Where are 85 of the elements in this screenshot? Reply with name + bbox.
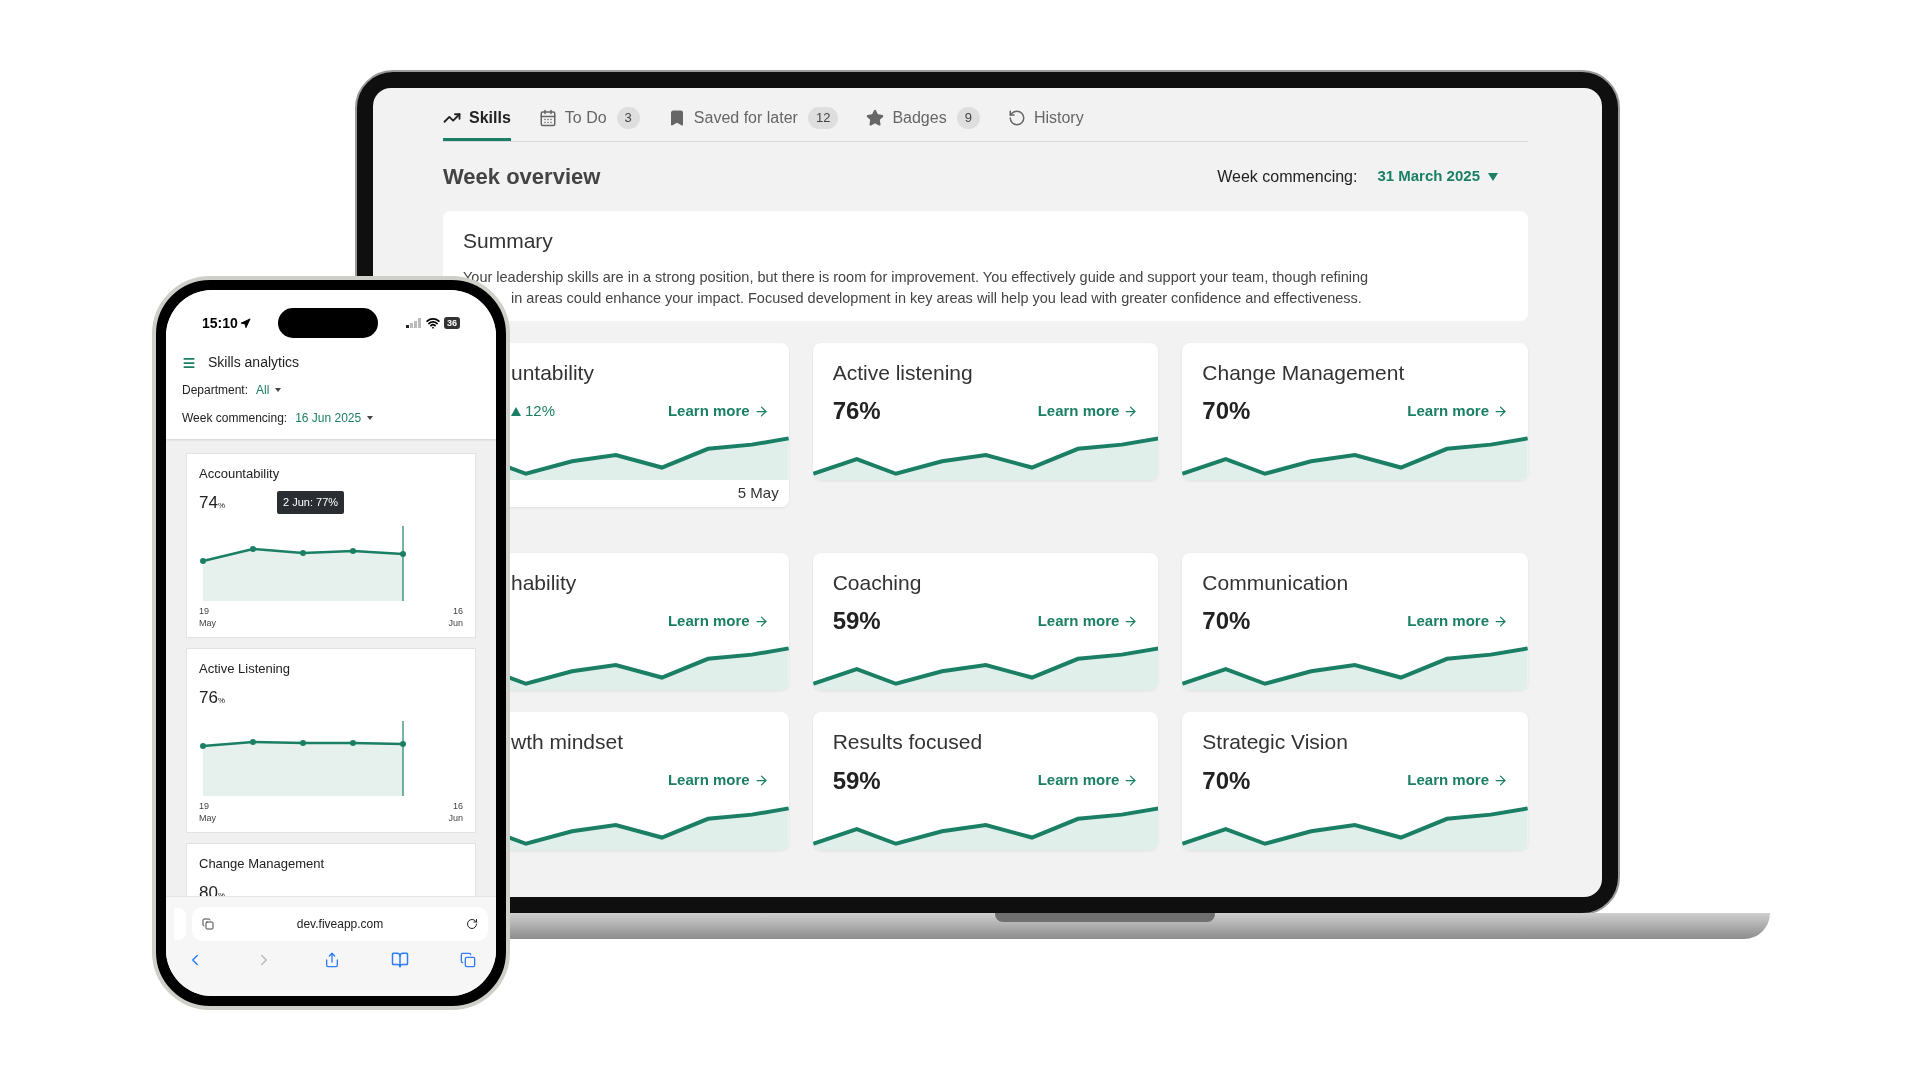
- url-text: dev.fiveapp.com: [296, 916, 384, 933]
- week-label: Week commencing:: [1217, 166, 1358, 187]
- filter-label: Week commencing:: [182, 410, 288, 427]
- filter-label: Department:: [182, 382, 249, 399]
- battery-level: 36: [443, 317, 460, 329]
- learn-more-link[interactable]: Learn more: [667, 609, 769, 633]
- learn-more-link[interactable]: Learn more: [1407, 609, 1508, 633]
- skill-title: Active Listening: [199, 660, 292, 678]
- app-title: Skills analytics: [208, 353, 300, 372]
- page-title: Week overview: [443, 163, 601, 191]
- week-dropdown[interactable]: 16 Jun 2025: [295, 409, 374, 427]
- skill-score: 76%: [199, 686, 226, 709]
- axis-label: Jun: [448, 812, 463, 824]
- arrow-right-icon: [753, 403, 769, 419]
- arrow-right-icon: [753, 613, 769, 629]
- arrow-right-icon: [1493, 613, 1508, 629]
- skill-title: Results focused: [832, 729, 984, 755]
- address-bar[interactable]: dev.fiveapp.com: [192, 907, 488, 941]
- axis-label: 16: [453, 605, 463, 617]
- skill-title: Active listening: [832, 359, 974, 386]
- tabs-icon[interactable]: [460, 952, 476, 968]
- learn-more-link[interactable]: Learn more: [1037, 769, 1139, 792]
- learn-more-link[interactable]: Learn more: [1407, 399, 1508, 423]
- learn-more-link[interactable]: Learn more: [1037, 609, 1139, 633]
- skill-score: 76%: [832, 396, 881, 426]
- skill-score: 70%: [1202, 606, 1251, 636]
- skill-title: Communication: [1202, 569, 1350, 596]
- department-dropdown[interactable]: All: [256, 381, 282, 399]
- change-value: 12%: [511, 399, 556, 423]
- share-icon[interactable]: [324, 952, 340, 968]
- location-icon: [239, 317, 251, 329]
- skill-title: untability: [511, 359, 595, 386]
- count-badge: 3: [616, 107, 640, 129]
- arrow-right-icon: [1123, 403, 1139, 419]
- learn-more-link[interactable]: Learn more: [667, 769, 769, 792]
- caret-icon: [1488, 172, 1498, 181]
- skill-title: Accountability: [199, 465, 281, 483]
- skill-title: Strategic Vision: [1202, 729, 1349, 755]
- date-label: 5 May: [737, 483, 779, 503]
- summary-text: in areas could enhance your impact. Focused development in key areas will help you lead with greater confidence and effectiveness.: [510, 288, 1363, 308]
- axis-label: 16: [453, 800, 463, 812]
- arrow-right-icon: [1123, 613, 1139, 629]
- status-time: 15:10: [202, 313, 238, 333]
- summary-title: Summary: [463, 228, 554, 254]
- axis-label: 19: [199, 605, 209, 617]
- history-icon: [1007, 109, 1026, 127]
- menu-icon[interactable]: [182, 355, 196, 370]
- calendar-icon: [538, 109, 557, 127]
- axis-label: May: [199, 812, 216, 824]
- count-badge: 9: [956, 107, 980, 129]
- skill-score: 59%: [832, 606, 881, 636]
- skill-score: 70%: [1202, 396, 1251, 426]
- skill-title: Change Management: [1202, 359, 1406, 386]
- wifi-icon: [425, 316, 440, 330]
- tab[interactable]: Skills: [443, 100, 511, 141]
- learn-more-link[interactable]: Learn more: [667, 399, 769, 423]
- skill-title: hability: [511, 569, 578, 596]
- arrow-right-icon: [1123, 773, 1139, 788]
- star-icon: [866, 109, 885, 127]
- signal-icon: [405, 318, 422, 328]
- axis-label: 19: [199, 800, 209, 812]
- tab[interactable]: History: [1007, 100, 1084, 141]
- skill-title: wth mindset: [511, 729, 625, 755]
- skill-score: 59%: [832, 765, 881, 796]
- up-triangle-icon: [511, 406, 521, 416]
- skill-title: Change Management: [199, 855, 326, 873]
- axis-label: Jun: [448, 617, 463, 629]
- skill-title: Coaching: [832, 569, 923, 596]
- tab[interactable]: Saved for later 12: [667, 100, 839, 141]
- skill-score: 70%: [1202, 765, 1251, 796]
- learn-more-link[interactable]: Learn more: [1407, 769, 1508, 792]
- reload-icon[interactable]: [466, 918, 478, 930]
- week-dropdown[interactable]: 31 March 2025: [1377, 165, 1498, 188]
- tab[interactable]: Badges 9: [866, 100, 980, 141]
- arrow-right-icon: [1493, 403, 1508, 419]
- skill-score: 74%: [199, 491, 226, 514]
- bookmarks-icon[interactable]: [391, 951, 409, 969]
- chart-tooltip: 2 Jun: 77%: [277, 491, 345, 514]
- learn-more-link[interactable]: Learn more: [1037, 399, 1139, 423]
- count-badge: 12: [807, 107, 839, 129]
- page-icon: [202, 918, 214, 930]
- arrow-right-icon: [1493, 773, 1508, 788]
- tab[interactable]: To Do 3: [538, 100, 640, 141]
- axis-label: May: [199, 617, 216, 629]
- arrow-right-icon: [753, 773, 769, 788]
